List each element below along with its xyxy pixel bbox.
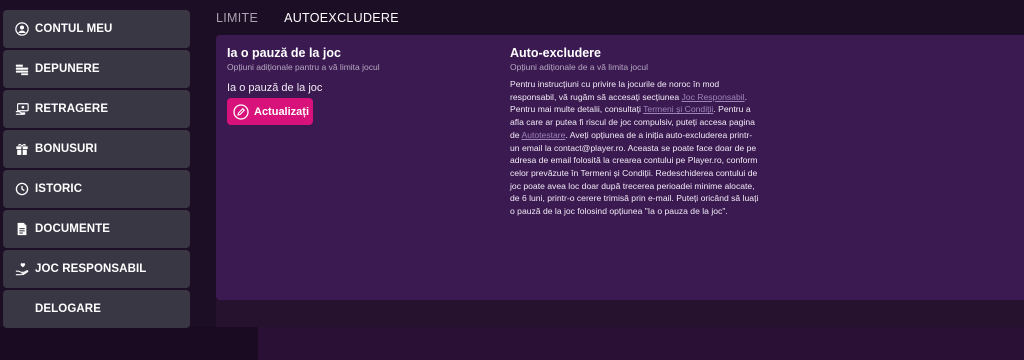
update-button[interactable]: Actualizați [227,98,313,125]
sidebar-item-label: ISTORIC [35,183,83,195]
link-joc-responsabil[interactable]: Joc Responsabil [682,92,745,102]
self-exclusion-body: Pentru instrucțiuni cu privire la jocuri… [510,78,760,218]
tab-autoexcludere[interactable]: AUTOEXCLUDERE [284,11,399,29]
sidebar-item-label: CONTUL MEU [35,23,113,35]
link-termeni-si-conditii[interactable]: Termeni și Condiții [643,104,713,114]
sidebar-item-istoric[interactable]: ISTORIC [3,170,190,208]
sidebar-item-depunere[interactable]: DEPUNERE [3,50,190,88]
sidebar-item-label: RETRAGERE [35,103,109,115]
sidebar-item-retragere[interactable]: RETRAGERE [3,90,190,128]
panel-bottom-shade [216,300,1024,327]
hand-heart-icon [15,262,29,276]
sidebar-item-label: DEPUNERE [35,63,100,75]
sidebar-item-contul-meu[interactable]: CONTUL MEU [3,10,190,48]
autoexclusion-panel: Ia o pauză de la joc Opțiuni adiționale … [216,35,1024,300]
footer-strip-left [0,327,258,360]
pause-title: Ia o pauză de la joc [227,46,341,60]
history-icon [15,182,29,196]
self-exclusion-subtitle: Opțiuni adiționale de a vă limita jocul [510,62,648,72]
update-button-label: Actualizați [254,105,310,118]
sidebar-item-label: DOCUMENTE [35,223,111,235]
cash-withdraw-icon [15,102,29,116]
body-text: . Aveți opțiunea de a iniția auto-exclud… [510,129,759,217]
pencil-circle-icon [233,103,249,120]
coins-icon [15,62,29,76]
sidebar-item-documente[interactable]: DOCUMENTE [3,210,190,248]
self-exclusion-title: Auto-excludere [510,46,601,60]
sidebar-item-label: JOC RESPONSABIL [35,263,147,275]
account-sidebar: CONTUL MEU DEPUNERE RETRAGERE BONUSURI I… [3,10,190,330]
link-autotestare[interactable]: Autotestare [521,130,565,140]
pause-subtitle: Opțiuni adiționale pantru a vă limita jo… [227,62,380,72]
pause-label: Ia o pauză de la joc [227,82,323,94]
sidebar-item-delogare[interactable]: DELOGARE [3,290,190,328]
gift-icon [15,142,29,156]
user-circle-icon [15,22,29,36]
sidebar-item-label: DELOGARE [35,303,101,315]
limits-tabs: LIMITE AUTOEXCLUDERE [216,11,425,29]
sidebar-item-bonusuri[interactable]: BONUSURI [3,130,190,168]
tab-limite[interactable]: LIMITE [216,11,258,29]
document-icon [15,222,29,236]
sidebar-item-label: BONUSURI [35,143,98,155]
blank-icon-placeholder [15,302,29,316]
sidebar-item-joc-responsabil[interactable]: JOC RESPONSABIL [3,250,190,288]
